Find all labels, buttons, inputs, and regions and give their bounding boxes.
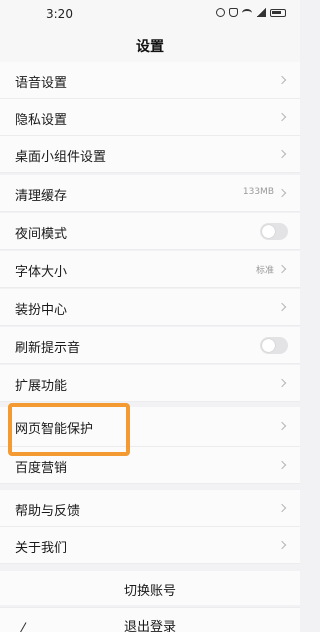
settings-row-voice[interactable]: 语音设置: [0, 62, 300, 99]
status-time: 3:20: [46, 7, 73, 21]
settings-row-desktop-widget[interactable]: 桌面小组件设置: [0, 136, 300, 173]
signal-icon: [256, 8, 266, 17]
row-label: 刷新提示音: [15, 341, 81, 356]
header: 设置: [0, 28, 300, 62]
chevron-right-icon: [277, 112, 287, 122]
chevron-right-icon: [277, 75, 287, 85]
settings-row-extensions[interactable]: 扩展功能: [0, 365, 300, 402]
settings-row-privacy[interactable]: 隐私设置: [0, 99, 300, 136]
settings-row-night-mode: 夜间模式: [0, 213, 300, 250]
chevron-right-icon: [277, 188, 287, 198]
mute-icon: [229, 8, 238, 17]
page-title: 设置: [136, 39, 164, 55]
row-label: 网页智能保护: [15, 422, 94, 437]
chevron-right-icon: [277, 378, 287, 388]
settings-row-help-feedback[interactable]: 帮助与反馈: [0, 490, 300, 527]
settings-row-theme-center[interactable]: 装扮中心: [0, 289, 300, 326]
logout-label: 退出登录: [123, 620, 176, 632]
switch-account-button[interactable]: 切换账号: [0, 571, 300, 605]
cache-size-value: 133MB: [242, 187, 274, 197]
row-label: 扩展功能: [15, 379, 68, 394]
row-label: 装扮中心: [15, 303, 68, 318]
chevron-right-icon: [277, 149, 287, 159]
row-label: 隐私设置: [15, 113, 68, 128]
chevron-right-icon: [277, 421, 287, 431]
settings-row-about[interactable]: 关于我们: [0, 527, 300, 564]
chevron-right-icon: [277, 503, 287, 513]
row-label: 百度营销: [15, 461, 68, 476]
settings-row-clear-cache[interactable]: 清理缓存 133MB: [0, 175, 300, 212]
row-label: 清理缓存: [15, 189, 68, 204]
status-icons: [216, 8, 286, 17]
battery-icon: [270, 8, 286, 17]
row-label: 帮助与反馈: [15, 504, 81, 519]
row-label: 桌面小组件设置: [15, 150, 107, 165]
settings-row-refresh-sound: 刷新提示音: [0, 327, 300, 364]
wifi-icon: [242, 8, 252, 17]
night-mode-toggle[interactable]: [260, 223, 288, 240]
settings-row-baidu-marketing[interactable]: 百度营销: [0, 447, 300, 484]
alarm-icon: [216, 8, 225, 17]
switch-account-label: 切换账号: [123, 584, 176, 599]
settings-row-web-protection[interactable]: 网页智能保护: [0, 407, 300, 447]
font-size-value: 标准: [255, 266, 274, 276]
settings-row-font-size[interactable]: 字体大小 标准: [0, 251, 300, 288]
row-label: 语音设置: [15, 76, 68, 91]
row-label: 夜间模式: [15, 227, 68, 242]
chevron-right-icon: [277, 460, 287, 470]
chevron-right-icon: [277, 302, 287, 312]
row-label: 字体大小: [15, 265, 68, 280]
chevron-right-icon: [277, 540, 287, 550]
status-bar: 3:20: [0, 0, 300, 28]
row-label: 关于我们: [15, 541, 68, 556]
refresh-sound-toggle[interactable]: [260, 337, 288, 354]
logout-button[interactable]: 退出登录: [0, 607, 300, 632]
chevron-right-icon: [277, 264, 287, 274]
